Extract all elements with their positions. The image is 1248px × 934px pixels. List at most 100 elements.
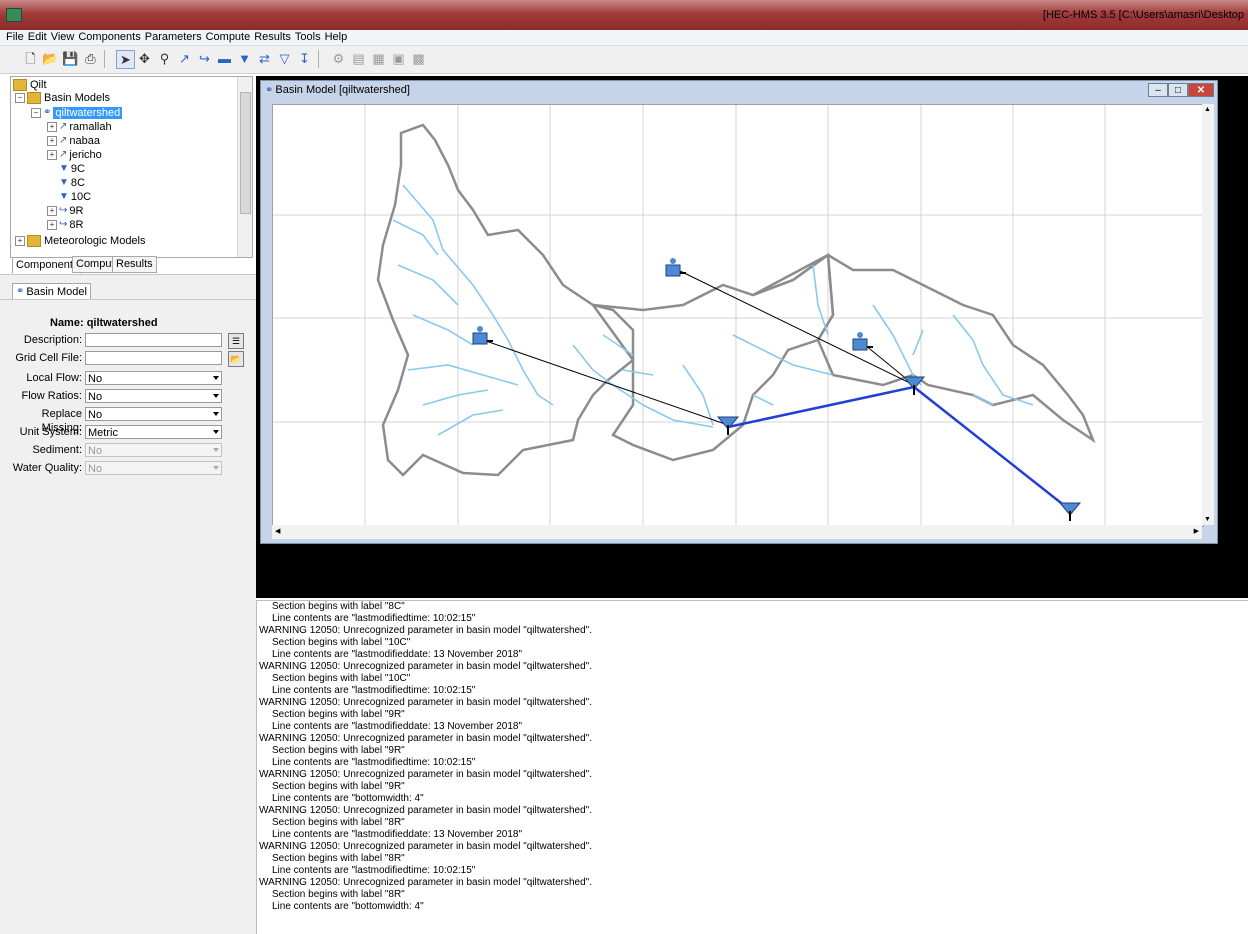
scroll-left-icon[interactable]: ◀: [275, 527, 280, 535]
scroll-down-icon[interactable]: ▼: [1204, 516, 1211, 523]
menu-view[interactable]: View: [49, 30, 77, 45]
minimize-button[interactable]: –: [1148, 83, 1168, 97]
expand-icon[interactable]: +: [47, 206, 57, 217]
toolbar-separator: [104, 50, 105, 68]
log-line: Section begins with label "8R": [272, 889, 405, 900]
maximize-button[interactable]: □: [1168, 83, 1188, 97]
reservoir-tool-icon[interactable]: ▬: [216, 50, 233, 67]
log-line: Section begins with label "10C": [272, 673, 411, 684]
unit-system-label: Unit System:: [19, 426, 82, 438]
log-line: WARNING 12050: Unrecognized parameter in…: [259, 625, 592, 636]
pan-icon[interactable]: ✥: [136, 50, 153, 67]
zoom-icon[interactable]: ⚲: [156, 50, 173, 67]
tree-node-subbasin[interactable]: + ↗ nabaa: [47, 134, 100, 148]
close-button[interactable]: ✕: [1188, 83, 1214, 97]
scroll-thumb[interactable]: [240, 92, 251, 214]
tree-node-reach[interactable]: + ↪ 9R: [47, 204, 83, 218]
tree-node-reach[interactable]: + ↪ 8R: [47, 218, 83, 232]
subbasin-boundary-jericho: [752, 253, 1096, 444]
tree-node-subbasin[interactable]: + ↗ ramallah: [47, 120, 112, 134]
junction-icon[interactable]: [1058, 502, 1082, 521]
log-line: WARNING 12050: Unrecognized parameter in…: [259, 877, 592, 888]
expand-icon[interactable]: +: [47, 136, 57, 147]
junction-icon: ▼: [59, 191, 69, 203]
tree-node-root[interactable]: Qilt: [13, 78, 47, 92]
basin-model-icon: ⚭: [43, 107, 52, 119]
expand-icon[interactable]: +: [47, 150, 57, 161]
element-links: [482, 269, 1071, 511]
menu-tools[interactable]: Tools: [293, 30, 323, 45]
menu-components[interactable]: Components: [76, 30, 142, 45]
log-line: Line contents are "lastmodifiedtime: 10:…: [272, 685, 476, 696]
message-log[interactable]: Section begins with label "8C" Line cont…: [256, 600, 1248, 934]
flow-ratios-select[interactable]: No: [85, 389, 222, 403]
local-flow-select[interactable]: No: [85, 371, 222, 385]
tree-node-junction[interactable]: ▼ 10C: [59, 190, 91, 204]
log-line: WARNING 12050: Unrecognized parameter in…: [259, 697, 592, 708]
reach-icon: ↪: [59, 205, 68, 217]
basin-model-icon: ⚭: [16, 286, 25, 298]
scroll-up-icon[interactable]: ▲: [1204, 106, 1211, 113]
log-line: WARNING 12050: Unrecognized parameter in…: [259, 733, 592, 744]
arrow-select-icon[interactable]: ➤: [116, 50, 135, 69]
source-tool-icon[interactable]: ▽: [276, 50, 293, 67]
toolbar: 🗋 📂 💾 ⎙ ➤ ✥ ⚲ ↗ ↪ ▬ ▼ ⇄ ▽ ↧ ⚙ ▤ ▦ ▣ ▩: [0, 46, 1248, 74]
reach-tool-icon[interactable]: ↪: [196, 50, 213, 67]
stream-network: [392, 184, 1034, 436]
tree-node-meteorologic-models[interactable]: + Meteorologic Models: [15, 234, 146, 248]
menu-help[interactable]: Help: [323, 30, 350, 45]
save-icon[interactable]: 💾: [62, 50, 79, 67]
basin-map-canvas[interactable]: [272, 104, 1204, 527]
log-line: WARNING 12050: Unrecognized parameter in…: [259, 769, 592, 780]
basin-model-icon: ⚭: [265, 84, 274, 96]
expand-icon[interactable]: +: [47, 122, 57, 133]
flow-ratios-label: Flow Ratios:: [21, 390, 82, 402]
tree-node-junction[interactable]: ▼ 8C: [59, 176, 85, 190]
menu-edit[interactable]: Edit: [26, 30, 49, 45]
tree-node-junction[interactable]: ▼ 9C: [59, 162, 85, 176]
scroll-right-icon[interactable]: ▶: [1194, 527, 1199, 535]
menu-file[interactable]: File: [4, 30, 26, 45]
log-line: WARNING 12050: Unrecognized parameter in…: [259, 841, 592, 852]
local-flow-label: Local Flow:: [26, 372, 82, 384]
log-line: WARNING 12050: Unrecognized parameter in…: [259, 661, 592, 672]
tree-node-subbasin[interactable]: + ↗ jericho: [47, 148, 102, 162]
description-field[interactable]: [85, 333, 222, 347]
expand-icon[interactable]: +: [15, 236, 25, 247]
diversion-tool-icon[interactable]: ⇄: [256, 50, 273, 67]
unit-system-select[interactable]: Metric: [85, 425, 222, 439]
junction-tool-icon[interactable]: ▼: [236, 50, 253, 67]
subbasin-icon[interactable]: [852, 332, 873, 351]
grid-cell-file-field[interactable]: [85, 351, 222, 365]
replace-missing-select[interactable]: No: [85, 407, 222, 421]
subbasin-icon[interactable]: [665, 258, 686, 277]
expand-icon[interactable]: +: [47, 220, 57, 231]
link-ramallah: [482, 339, 729, 426]
subbasin-icon: ↗: [59, 135, 68, 147]
menu-results[interactable]: Results: [252, 30, 293, 45]
results-summary-icon: ▦: [372, 51, 385, 66]
watershed-explorer-tree: Qilt − Basin Models − ⚭ qiltwatershed + ↗ ram…: [10, 76, 253, 258]
tree-node-basin-models[interactable]: − Basin Models: [15, 91, 110, 105]
basin-window-title: ⚭ Basin Model [qiltwatershed]: [265, 84, 410, 96]
browse-folder-icon[interactable]: 📂: [228, 351, 244, 367]
subbasin-icon[interactable]: [472, 326, 493, 345]
tab-results[interactable]: Results: [112, 256, 157, 273]
tree-scrollbar[interactable]: [237, 77, 252, 257]
collapse-icon[interactable]: −: [31, 108, 41, 119]
menu-compute[interactable]: Compute: [204, 30, 253, 45]
canvas-vertical-scrollbar[interactable]: ▲ ▼: [1202, 104, 1214, 525]
canvas-horizontal-scrollbar[interactable]: ◀ ▶: [272, 525, 1202, 539]
toolbar-separator: [318, 50, 319, 68]
water-quality-label: Water Quality:: [12, 462, 82, 474]
collapse-icon[interactable]: −: [15, 93, 25, 104]
results-global-icon: ▩: [412, 51, 425, 66]
print-icon[interactable]: ⎙: [82, 50, 99, 67]
open-folder-icon[interactable]: 📂: [42, 50, 59, 67]
tree-node-basin-model[interactable]: − ⚭ qiltwatershed: [31, 106, 123, 120]
description-editor-icon[interactable]: ☰: [228, 333, 244, 349]
subbasin-tool-icon[interactable]: ↗: [176, 50, 193, 67]
menu-parameters[interactable]: Parameters: [143, 30, 204, 45]
sink-tool-icon[interactable]: ↧: [296, 50, 313, 67]
new-file-icon[interactable]: 🗋: [22, 50, 39, 67]
